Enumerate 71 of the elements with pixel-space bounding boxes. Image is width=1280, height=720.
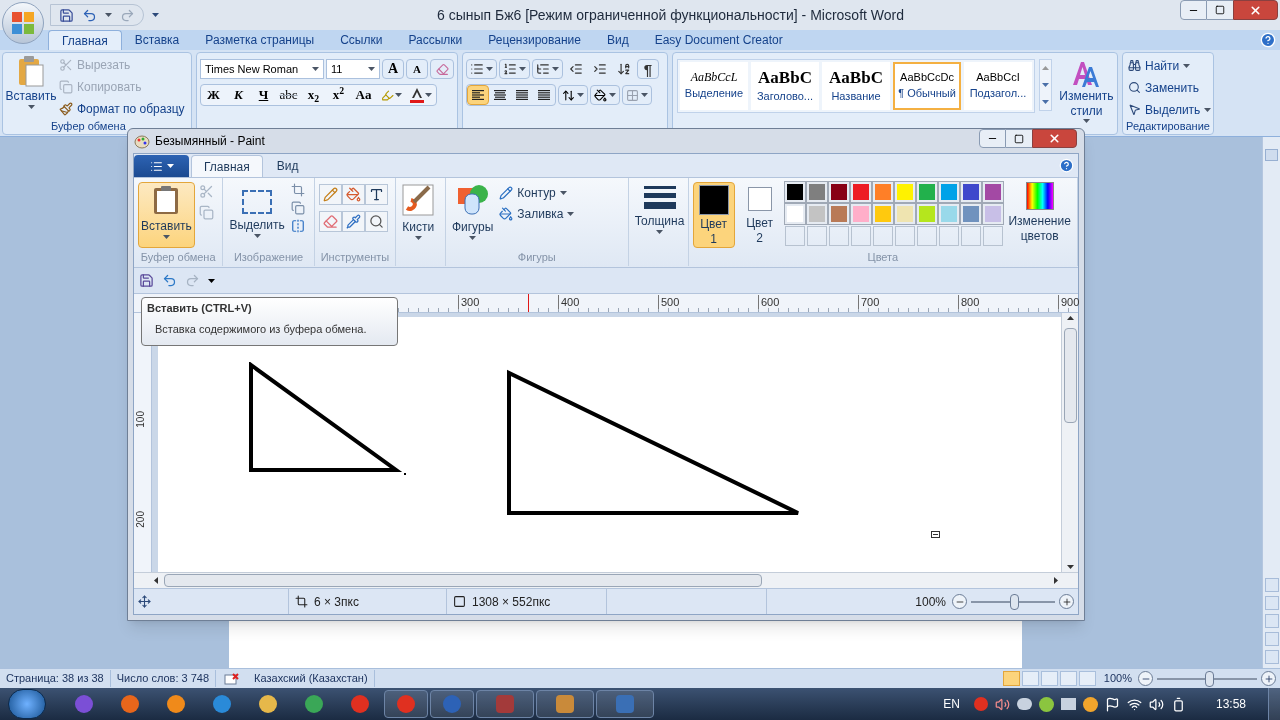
paste-button[interactable]: Вставить [138,182,195,248]
brushes-button[interactable]: Кисти [400,182,437,248]
format-button[interactable]: К [226,85,251,105]
ruler-label: 900 [1058,295,1080,309]
zoom-level[interactable]: 100% [1103,670,1132,687]
ribbon-tab[interactable]: Рассылки [395,30,476,50]
size-button[interactable]: Толщина [632,182,687,248]
window-title: Безымянный - Paint [155,133,265,150]
format-button[interactable]: x$^{2}$ [326,85,351,105]
image-size: 1308 × 552пкс [472,593,551,611]
ribbon-tab[interactable]: Разметка страницы [192,30,328,50]
style-tile[interactable]: AaBbC Название [822,62,890,110]
language-indicator[interactable]: EN [943,695,960,713]
outline-button[interactable]: Контур [499,184,575,202]
editing-button[interactable]: Найти [1128,56,1213,75]
editing-button[interactable]: Заменить [1128,78,1213,97]
word-count[interactable]: Число слов: 3 748 [110,670,217,687]
language-label[interactable]: Казахский (Казахстан) [248,670,375,687]
ruler-label: 200 [135,511,147,528]
style-tile[interactable]: AaBbCcI Подзагол... [964,62,1032,110]
format-button[interactable]: Aa [351,85,376,105]
group-label: Инструменты [320,251,390,263]
color-select-button[interactable]: Цвет 1 [692,182,735,248]
show-marks-button[interactable]: ¶ [637,59,659,79]
tooltip-text: Вставка содержимого из буфера обмена. [154,324,368,335]
style-tile[interactable]: AaBbCcDc ¶ Обычный [893,62,961,110]
ribbon-tab[interactable]: Ссылки [327,30,396,50]
group-label: Цвета [867,251,899,263]
ribbon-tab[interactable]: Easy Document Creator [641,30,796,50]
fill-button[interactable]: Заливка [499,205,575,223]
format-painter-button[interactable]: Формат по образцу [59,99,185,118]
ribbon-tab[interactable]: Вставка [121,30,193,50]
ruler-label: 800 [958,295,980,309]
ribbon-tab[interactable]: Вид [264,155,311,177]
ruler-label: 700 [858,295,880,309]
edit-colors-button[interactable]: Изменение цветов [1006,182,1073,244]
change-styles-button[interactable]: Изменить стили [1055,59,1117,123]
editing-button[interactable]: Выделить [1128,100,1213,119]
ribbon-tab[interactable]: Главная [191,155,263,177]
style-tile[interactable]: AaBbC Заголово... [751,62,819,110]
font-size-field[interactable]: 11 [326,59,380,79]
paste-button[interactable]: Вставить [3,55,59,119]
zoom-level: 100% [915,593,946,611]
format-button[interactable]: Ч [251,85,276,105]
shrink-font-button[interactable]: A [406,59,428,79]
selection-size: 6 × 3пкс [314,593,359,611]
group-label: Фигуры [517,251,556,263]
tooltip-title: Вставить (CTRL+V) [147,303,253,314]
ruler-label: 100 [135,411,147,428]
format-button[interactable]: x$_{2}$ [301,85,326,105]
font-name-field[interactable]: Times New Roman [200,59,324,79]
ruler-label: 300 [458,295,480,309]
ribbon-tab[interactable]: Главная [48,30,122,50]
format-button[interactable]: Ж [201,85,226,105]
ruler-label: 600 [758,295,780,309]
style-tile[interactable]: AaBbCcL Выделение [680,62,748,110]
group-label: Буфер обмена [51,120,126,132]
group-label: Редактирование [1126,120,1210,132]
window-title: 6 сынып Бж6 [Режим ограниченной функциональности] - Microsoft Word [437,6,904,25]
clock[interactable]: 13:58 [1215,695,1246,713]
select-button[interactable]: Выделить [227,182,287,248]
shapes-button[interactable]: Фигуры [449,182,496,248]
ruler-label: 500 [658,295,680,309]
group-label: Буфер обмена [140,251,216,263]
ruler-label: 400 [558,295,580,309]
color-select-button[interactable]: Цвет 2 [738,182,781,248]
page-count[interactable]: Страница: 38 из 38 [0,670,111,687]
group-label: Изображение [233,251,304,263]
grow-font-button[interactable]: A [382,59,404,79]
ribbon-tab[interactable]: Вид [593,30,642,50]
ribbon-tab[interactable]: Рецензирование [475,30,594,50]
